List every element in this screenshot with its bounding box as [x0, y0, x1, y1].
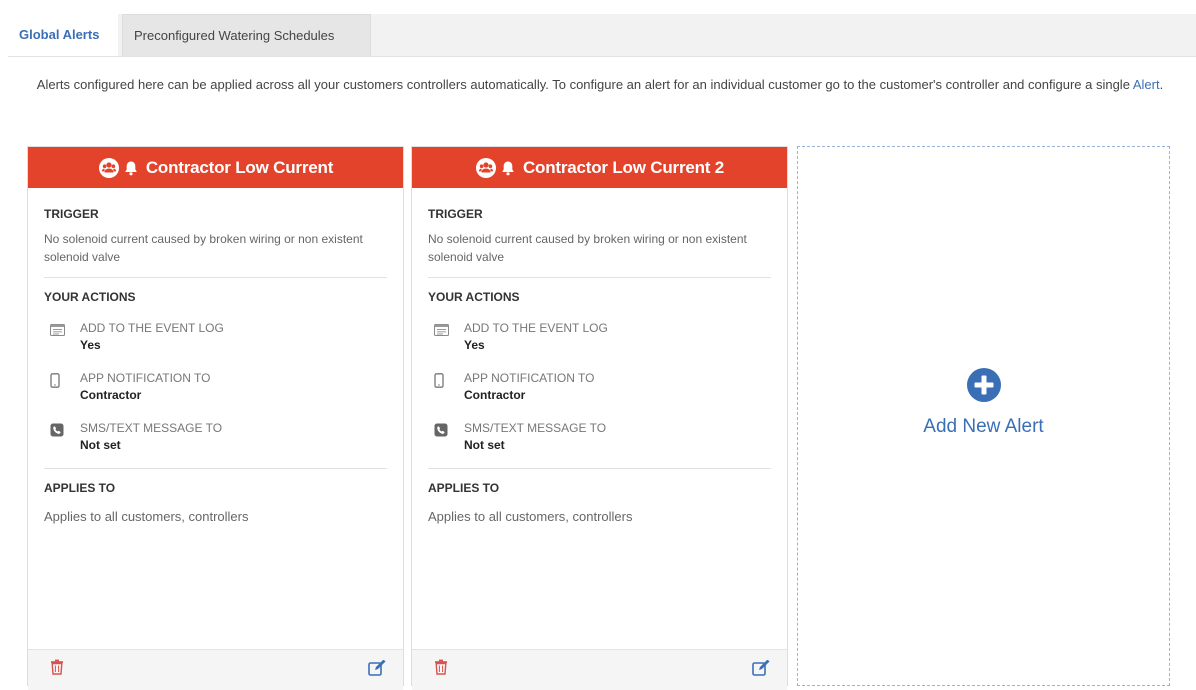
- phone-square-icon: [44, 421, 80, 454]
- divider: [44, 468, 387, 469]
- bell-icon: [501, 160, 515, 176]
- plus-circle-icon[interactable]: [966, 368, 1002, 407]
- phone-square-icon: [428, 421, 464, 454]
- applies-description: Applies to all customers, controllers: [428, 509, 633, 524]
- event-log-icon: [44, 321, 80, 354]
- action-value: Not set: [80, 438, 121, 452]
- card-footer: [412, 649, 787, 690]
- alert-card-title: Contractor Low Current 2: [522, 157, 725, 177]
- add-new-alert-card[interactable]: Add New Alert: [797, 146, 1170, 686]
- alert-card-title: Contractor Low Current: [145, 157, 334, 177]
- mobile-phone-icon: [44, 371, 80, 404]
- trigger-heading: TRIGGER: [428, 207, 483, 221]
- event-log-icon: [428, 321, 464, 354]
- applies-heading: APPLIES TO: [428, 481, 500, 495]
- edit-icon[interactable]: [752, 659, 770, 681]
- applies-heading: APPLIES TO: [44, 481, 116, 495]
- action-label: SMS/TEXT MESSAGE TO: [80, 421, 223, 435]
- action-value: Not set: [464, 438, 505, 452]
- action-label: ADD TO THE EVENT LOG: [80, 321, 224, 335]
- action-item: APP NOTIFICATION TO Contractor: [44, 371, 387, 404]
- action-item: SMS/TEXT MESSAGE TO Not set: [428, 421, 771, 454]
- users-circle-icon: [475, 157, 497, 179]
- action-label: SMS/TEXT MESSAGE TO: [464, 421, 607, 435]
- mobile-phone-icon: [428, 371, 464, 404]
- users-circle-icon: [98, 157, 120, 179]
- alert-card-header[interactable]: Contractor Low Current 2: [412, 147, 787, 188]
- trash-icon[interactable]: [50, 659, 64, 680]
- alert-link[interactable]: Alert: [1133, 77, 1160, 92]
- action-value: Contractor: [80, 388, 142, 402]
- intro-body: Alerts configured here can be applied ac…: [36, 77, 1133, 92]
- action-item: SMS/TEXT MESSAGE TO Not set: [44, 421, 387, 454]
- action-value: Yes: [80, 338, 101, 352]
- tab-bar: Global Alerts Preconfigured Watering Sch…: [8, 14, 1196, 57]
- bell-icon: [124, 160, 138, 176]
- action-label: APP NOTIFICATION TO: [464, 371, 595, 385]
- actions-heading: YOUR ACTIONS: [44, 290, 136, 304]
- card-footer: [28, 649, 403, 690]
- divider: [428, 468, 771, 469]
- alert-card-header[interactable]: Contractor Low Current: [28, 147, 403, 188]
- edit-icon[interactable]: [368, 659, 386, 681]
- intro-text: Alerts configured here can be applied ac…: [30, 72, 1170, 97]
- alert-card: Contractor Low Current 2 TRIGGER No sole…: [411, 146, 788, 690]
- trigger-description: No solenoid current caused by broken wir…: [428, 230, 771, 278]
- tab-global-alerts[interactable]: Global Alerts: [8, 14, 118, 56]
- action-label: ADD TO THE EVENT LOG: [464, 321, 608, 335]
- actions-heading: YOUR ACTIONS: [428, 290, 520, 304]
- alert-card: Contractor Low Current TRIGGER No soleno…: [27, 146, 404, 690]
- trash-icon[interactable]: [434, 659, 448, 680]
- action-item: APP NOTIFICATION TO Contractor: [428, 371, 771, 404]
- tab-preconfigured-watering-schedules[interactable]: Preconfigured Watering Schedules: [122, 14, 371, 56]
- applies-description: Applies to all customers, controllers: [44, 509, 249, 524]
- action-label: APP NOTIFICATION TO: [80, 371, 211, 385]
- trigger-heading: TRIGGER: [44, 207, 99, 221]
- action-value: Contractor: [464, 388, 526, 402]
- action-value: Yes: [464, 338, 485, 352]
- action-item: ADD TO THE EVENT LOG Yes: [428, 321, 771, 354]
- action-item: ADD TO THE EVENT LOG Yes: [44, 321, 387, 354]
- intro-suffix: .: [1159, 77, 1164, 92]
- trigger-description: No solenoid current caused by broken wir…: [44, 230, 387, 278]
- add-new-alert-label[interactable]: Add New Alert: [798, 416, 1169, 438]
